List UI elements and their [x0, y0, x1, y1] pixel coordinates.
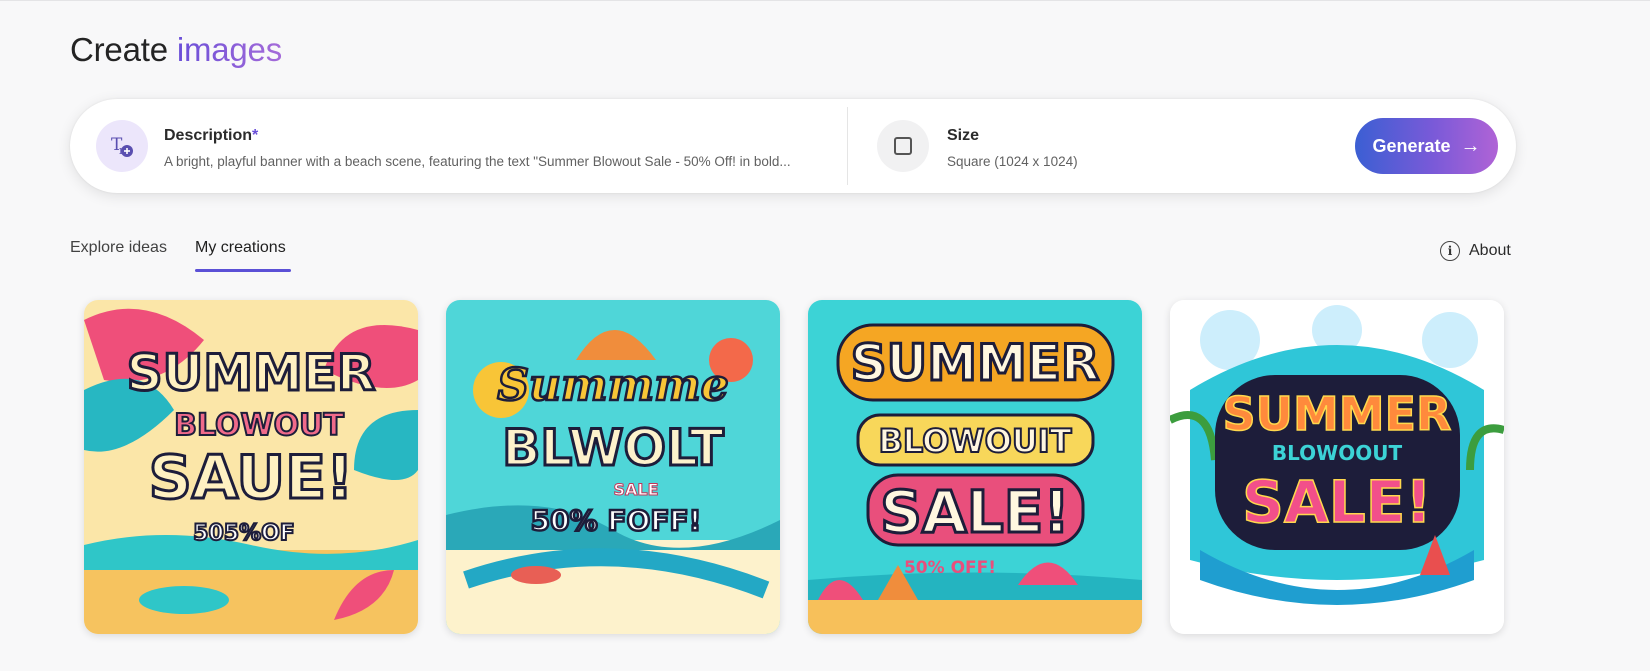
description-label-text: Description — [164, 127, 253, 144]
creation-3-line3: SALE! — [880, 478, 1070, 546]
page-title: Create images — [70, 31, 282, 69]
page-title-accent: images — [176, 31, 283, 68]
creation-card-3[interactable]: SUMMER BLOWOUIT SALE! 50% OFF! — [808, 300, 1142, 634]
size-label: Size — [947, 127, 980, 144]
creation-2-line3: SALE — [613, 480, 658, 499]
creation-3-line1: SUMMER — [851, 334, 1100, 392]
description-label: Description* — [164, 127, 258, 145]
generate-button[interactable]: Generate → — [1355, 118, 1498, 174]
size-value[interactable]: Square (1024 x 1024) — [947, 154, 1078, 169]
creation-3-line4: 50% OFF! — [904, 558, 996, 578]
creation-4-line1: SUMMER — [1223, 387, 1452, 441]
creation-1-line1: SUMMER — [127, 344, 376, 402]
text-add-icon[interactable]: T ı — [96, 120, 148, 172]
prompt-bar: T ı Description* A bright, playful banne… — [70, 99, 1516, 193]
required-mark: * — [252, 127, 259, 144]
creation-2-line1: Summme — [497, 360, 728, 411]
creation-4-line3: SALE! — [1242, 468, 1432, 536]
tab-explore-ideas[interactable]: Explore ideas — [70, 239, 167, 257]
creation-1-line4: 505%OF — [193, 521, 295, 546]
creation-image-2: Summme BLWOLT SALE 50% FOFF! — [446, 300, 780, 634]
about-link[interactable]: i About — [1440, 241, 1511, 261]
creation-card-4[interactable]: SUMMER BLOWOOUT SALE! — [1170, 300, 1504, 634]
creation-4-line2: BLOWOOUT — [1272, 441, 1403, 465]
active-tab-indicator — [195, 269, 291, 272]
tab-my-creations[interactable]: My creations — [195, 239, 286, 257]
size-selector[interactable] — [877, 120, 929, 172]
creation-2-line4: 50% FOFF! — [531, 504, 702, 537]
generate-label: Generate — [1372, 135, 1451, 156]
page-title-prefix: Create — [70, 31, 168, 68]
creation-3-line2: BLOWOUIT — [878, 422, 1071, 460]
info-icon: i — [1440, 241, 1460, 261]
creation-card-2[interactable]: Summme BLWOLT SALE 50% FOFF! — [446, 300, 780, 634]
square-icon — [894, 137, 912, 155]
creation-image-4: SUMMER BLOWOOUT SALE! — [1170, 300, 1504, 634]
creation-1-line2: BLOWOUT — [174, 408, 344, 443]
creation-1-line3: SAUE! — [149, 443, 354, 513]
arrow-right-icon: → — [1460, 135, 1481, 157]
description-input[interactable]: A bright, playful banner with a beach sc… — [164, 154, 820, 169]
creation-image-1: SUMMER BLOWOUT SAUE! 505%OF — [84, 300, 418, 634]
creation-image-3: SUMMER BLOWOUIT SALE! 50% OFF! — [808, 300, 1142, 634]
prompt-divider — [847, 107, 848, 185]
creation-card-1[interactable]: SUMMER BLOWOUT SAUE! 505%OF — [84, 300, 418, 634]
creation-2-line2: BLWOLT — [502, 419, 723, 477]
about-label: About — [1469, 242, 1511, 259]
